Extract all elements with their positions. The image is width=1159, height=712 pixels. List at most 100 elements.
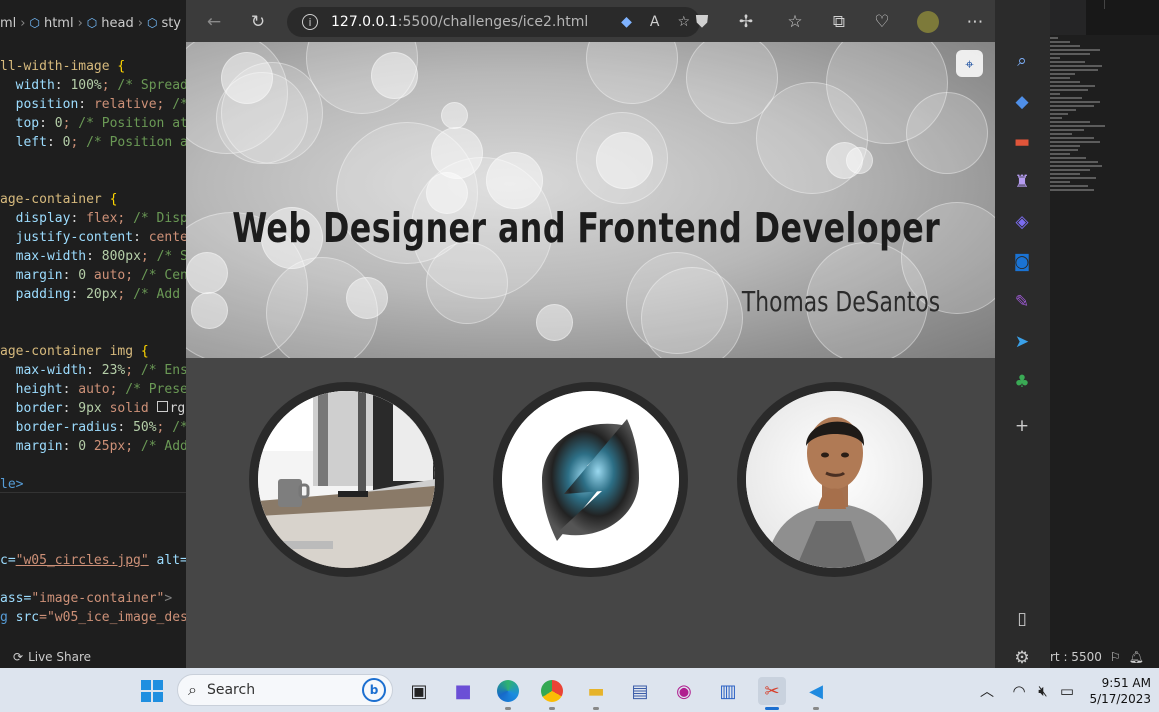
code-token: 23% [101,363,126,378]
code-token: /* [172,97,186,112]
add-icon[interactable]: + [1009,413,1035,439]
taskbar-search[interactable]: ⌕ Search b [177,674,393,706]
code-token: relative; [93,97,165,112]
desk-photo-image [249,382,444,577]
collections-icon[interactable]: ⧉ [826,9,852,35]
split-screen-icon[interactable]: ▯ [1009,606,1035,632]
feedback-icon[interactable]: ⚐ [1110,650,1121,664]
code-line: ll-width-image { [0,57,186,76]
code-area[interactable]: ll-width-image { width: 100%; /* Spread … [0,57,186,627]
more-menu-icon[interactable]: ⋯ [962,9,988,35]
games-icon[interactable]: ♜ [1009,169,1035,195]
hero-banner: Web Designer and Frontend Developer Thom… [186,42,995,358]
file-explorer-icon[interactable]: ▬ [582,677,610,705]
breadcrumb-item[interactable]: head [101,16,133,31]
shopping-tag-icon[interactable]: ◆ [1009,89,1035,115]
read-aloud-icon[interactable]: A [650,14,660,30]
search-icon[interactable]: ⌕ [1009,48,1035,74]
profile-photo-image [737,382,932,577]
task-view-icon[interactable]: ▣ [405,677,433,705]
bell-icon[interactable]: 🔔︎ [1129,650,1144,664]
code-token: : [70,211,87,226]
start-windows-icon[interactable] [138,677,166,705]
address-bar[interactable]: i 127.0.0.1:5500/challenges/ice2.html ◆ … [287,7,700,37]
tag-icon[interactable]: ◆ [621,14,632,30]
vscode-icon[interactable]: ◀ [802,677,830,705]
minimap[interactable] [1050,35,1159,191]
port-label[interactable]: rt : 5500 [1050,650,1102,664]
app-icon[interactable]: ▤ [626,677,654,705]
tools-icon[interactable]: ▬ [1009,129,1035,155]
tree-icon[interactable]: ♣ [1009,369,1035,395]
edge-sidebar: ⌕ ◆ ▬ ♜ ◈ ◙ ✎ ➤ ♣ + ▯ ⚙ [995,0,1050,668]
code-token: border [15,401,63,416]
code-line: max-width: 800px; /* Se [0,247,186,266]
bing-icon[interactable]: b [362,678,386,702]
code-token: padding [15,287,71,302]
code-token: 800px [101,249,141,264]
profile-avatar-icon[interactable] [915,9,941,35]
edge-browser-icon[interactable] [494,677,522,705]
code-token: : [62,401,79,416]
designer-icon[interactable]: ✎ [1009,289,1035,315]
notepad-icon[interactable]: ▥ [714,677,742,705]
code-token: : [62,268,79,283]
outlook-icon[interactable]: ◙ [1009,249,1035,275]
teams-chat-icon[interactable]: ■ [449,677,477,705]
breadcrumb-item[interactable]: html [44,16,74,31]
vscode-editor-left: ml › ⬡ html › ⬡ head › ⬡ sty ll-width-image… [0,0,186,668]
favorites-icon[interactable]: ☆ [782,9,808,35]
code-token: left [15,135,47,150]
logo-image [493,382,688,577]
editor-tab[interactable] [1050,0,1086,35]
send-icon[interactable]: ➤ [1009,329,1035,355]
breadcrumb-item[interactable]: sty [161,16,181,31]
element-icon: ⬡ [29,16,40,30]
status-bar-right: rt : 5500 ⚐ 🔔︎ [1050,646,1159,668]
page-subtitle: Thomas DeSantos [741,285,940,318]
code-token: /* Add [140,439,186,454]
audio-app-icon[interactable]: ◉ [670,677,698,705]
system-clock[interactable]: 9:51 AM 5/17/2023 [1081,675,1151,707]
extensions-icon[interactable]: ✢ [733,9,759,35]
code-line: border-radius: 50%; /* [0,418,186,437]
refresh-icon[interactable]: ↻ [245,9,271,35]
chrome-browser-icon[interactable] [538,677,566,705]
microsoft365-icon[interactable]: ◈ [1009,209,1035,235]
settings-gear-icon[interactable]: ⚙ [1009,645,1035,668]
code-token: max-width [15,363,87,378]
info-icon[interactable]: i [302,14,318,30]
code-token: auto; [78,382,118,397]
code-token: : [78,97,94,112]
code-token: /* Add s [133,287,181,302]
vscode-editor-right: rt : 5500 ⚐ 🔔︎ [1050,0,1159,668]
code-token: border-radius [15,420,118,435]
shield-icon[interactable]: ⛊ [689,9,715,35]
back-arrow-icon[interactable]: ← [201,9,227,35]
breadcrumb-item[interactable]: ml [0,16,16,31]
code-token: c= [0,553,16,568]
code-line: justify-content: center [0,228,186,247]
code-token: le> [0,477,24,492]
code-line: padding: 20px; /* Add s [0,285,186,304]
code-token: 100% [70,78,102,93]
color-swatch-icon[interactable] [156,401,168,412]
code-line: age-container { [0,190,186,209]
clock-time: 9:51 AM [1101,676,1151,690]
chevron-up-icon[interactable]: ︿ [973,677,1001,705]
code-token: ; [101,78,110,93]
code-token: width [15,78,55,93]
health-icon[interactable]: ♡ [869,9,895,35]
battery-icon[interactable]: ▭ [1053,677,1081,705]
snipping-tool-icon[interactable]: ✂ [758,677,786,705]
visual-search-icon[interactable]: ⌖ [956,50,983,77]
live-share-label[interactable]: Live Share [28,650,91,664]
